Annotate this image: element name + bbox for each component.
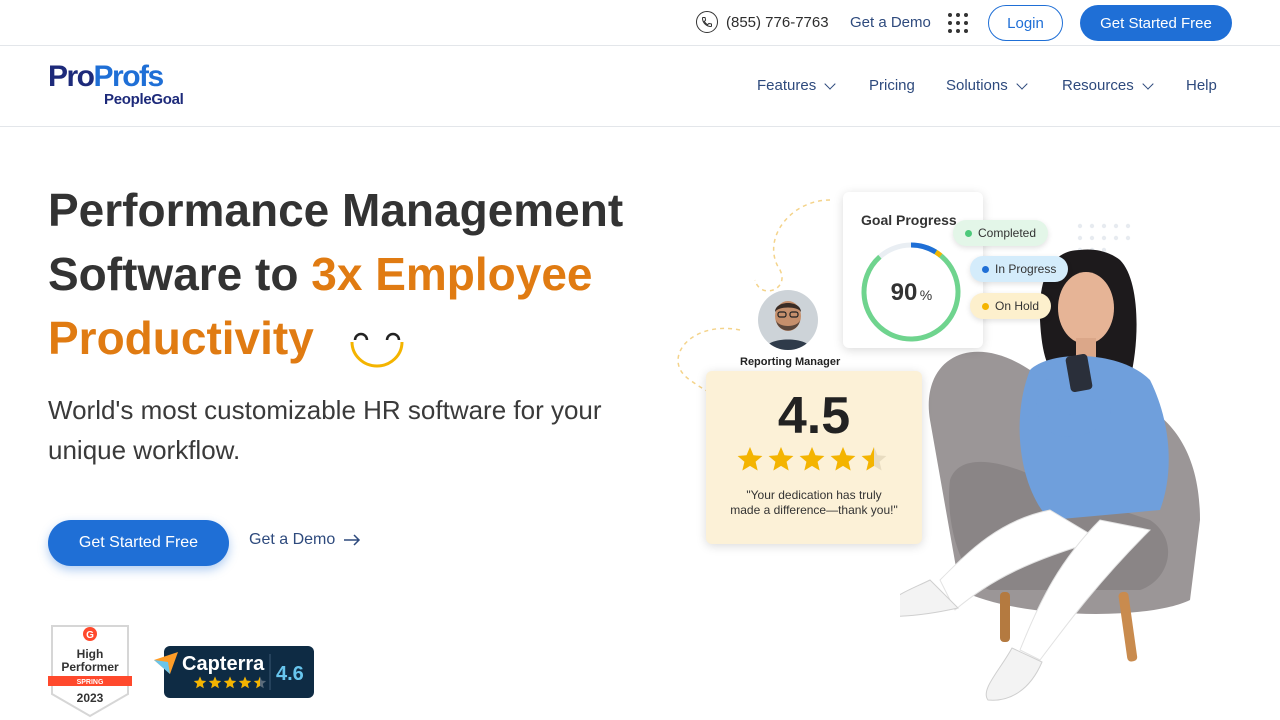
nav-item-help[interactable]: Help [1186,77,1217,94]
hero-subtitle: World's most customizable HR software fo… [48,395,602,465]
goal-progress-card: Goal Progress 90 % [843,192,983,348]
svg-text:High: High [77,647,104,661]
rating-score: 4.5 [777,387,851,445]
top-get-started-button[interactable]: Get Started Free [1080,5,1232,41]
apps-grid-icon[interactable] [948,13,968,33]
rating-card: 4.5 "Your dedication has truly made a di… [706,371,922,544]
phone-number: (855) 776-7763 [726,13,829,31]
proprofs-logo[interactable]: ProProfs PeopleGoal [48,62,184,108]
login-button[interactable]: Login [988,5,1063,41]
svg-text:90: 90 [891,279,918,306]
star-icon [830,447,856,471]
avatar [758,290,818,350]
goal-progress-title: Goal Progress [861,212,957,228]
star-icon [799,447,825,471]
rating-stars [737,447,887,471]
hero-title: Performance Management Software to 3x Em… [48,184,624,368]
smile-icon [349,320,405,368]
arrow-right-icon [344,534,361,546]
main-nav: ProProfs PeopleGoal Features Pricing Sol… [0,46,1280,127]
nav-item-resources[interactable]: Resources [1062,77,1154,94]
rating-quote: "Your dedication has truly made a differ… [730,488,898,517]
hero-illustration: Goal Progress 90 % Completed In Progress… [670,180,1270,720]
reporting-manager: Reporting Manager [740,290,841,368]
svg-text:SPRING: SPRING [77,679,104,686]
star-icon [737,447,763,471]
svg-text:G: G [86,630,94,641]
utility-bar: (855) 776-7763 Get a Demo Login Get Star… [0,0,1280,46]
hero-get-started-button[interactable]: Get Started Free [48,520,229,566]
g2-high-performer-badge: G High Performer SPRING 2023 [48,622,132,718]
nav-item-features[interactable]: Features [757,77,836,94]
reporting-manager-label: Reporting Manager [740,356,841,368]
phone-link[interactable]: (855) 776-7763 [696,11,829,33]
svg-text:Performer: Performer [61,660,119,674]
hero-demo-link[interactable]: Get a Demo [249,531,361,549]
star-icon [768,447,794,471]
svg-text:2023: 2023 [77,691,104,705]
chevron-down-icon [824,77,836,90]
nav-item-pricing[interactable]: Pricing [869,77,915,94]
svg-text:%: % [920,287,932,303]
svg-text:4.6: 4.6 [276,663,304,685]
chevron-down-icon [1142,77,1154,90]
goal-progress-ring: 90 % [861,242,961,342]
status-pill-completed: Completed [953,220,1049,246]
top-demo-link[interactable]: Get a Demo [850,14,931,31]
phone-icon [696,11,718,33]
svg-text:Capterra: Capterra [182,653,265,675]
status-pill-on-hold: On Hold [970,293,1052,319]
status-pill-in-progress: In Progress [970,256,1069,282]
chevron-down-icon [1016,77,1028,90]
capterra-rating-badge: Capterra 4.6 [152,646,314,698]
nav-item-solutions[interactable]: Solutions [946,77,1028,94]
